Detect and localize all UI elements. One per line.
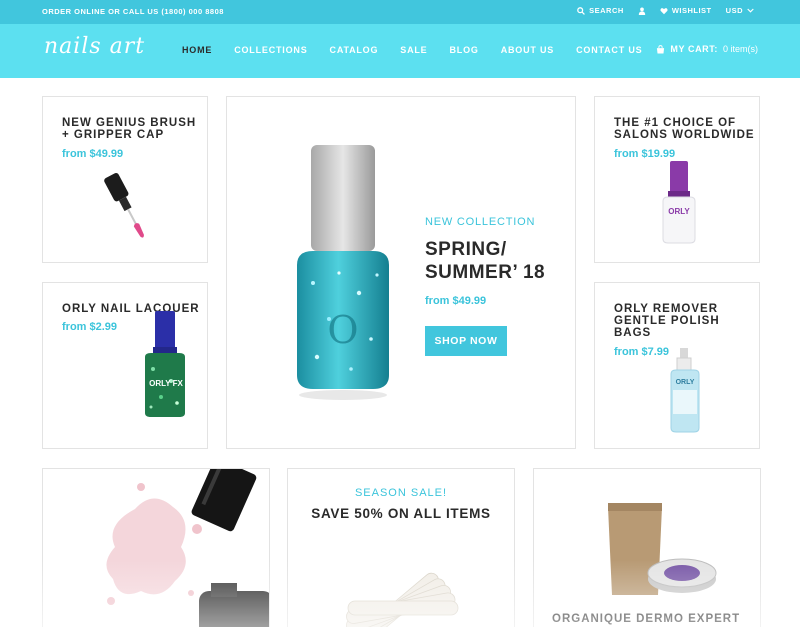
shopping-bag-icon (657, 44, 665, 54)
nav-blog[interactable]: BLOG (449, 45, 478, 55)
product-price: from $7.99 (614, 346, 670, 358)
main-nav: HOME COLLECTIONS CATALOG SALE BLOG ABOUT… (182, 45, 642, 55)
nail-files-image (346, 572, 459, 627)
heart-icon (660, 7, 668, 14)
shop-now-button[interactable]: SHOP NOW (425, 326, 507, 356)
product-title[interactable]: THE #1 CHOICE OF SALONS WORLDWIDE (614, 117, 755, 141)
product-price: from $2.99 (62, 321, 118, 333)
bottle-label: ORLY (668, 207, 690, 216)
promo-card-organique[interactable]: ORGANIQUE DERMO EXPERT (533, 468, 761, 627)
nav-catalog[interactable]: CATALOG (330, 45, 379, 55)
product-title[interactable]: NEW GENIUS BRUSH + GRIPPER CAP (62, 117, 196, 141)
currency-label: USD (725, 6, 743, 15)
green-polish-bottle-image (145, 311, 185, 417)
chevron-down-icon (747, 8, 754, 13)
promo-card-sale[interactable]: SEASON SALE! SAVE 50% ON ALL ITEMS (287, 468, 515, 627)
hero-banner[interactable]: O NEW COLLECTION SPRING/ SUMMER’ 18 from… (226, 96, 576, 449)
search-link[interactable]: SEARCH (577, 6, 624, 15)
nav-contact-us[interactable]: CONTACT US (576, 45, 642, 55)
nav-about-us[interactable]: ABOUT US (501, 45, 554, 55)
search-label: SEARCH (589, 6, 624, 15)
top-bar: ORDER ONLINE OR CALL US (1800) 000 8808 … (0, 0, 800, 24)
product-card-remover[interactable]: ORLY REMOVER GENTLE POLISH BAGS from $7.… (594, 282, 760, 449)
product-title-line: GENTLE POLISH (614, 315, 720, 327)
cart-count: 0 item(s) (722, 44, 758, 54)
account-link[interactable] (638, 7, 646, 15)
hero-title: SPRING/ SUMMER’ 18 (425, 238, 545, 284)
product-price: from $49.99 (62, 148, 124, 160)
promo-card-splash[interactable] (42, 468, 270, 627)
wishlist-label: WISHLIST (671, 6, 712, 15)
cart-link[interactable]: MY CART: 0 item(s) (656, 44, 758, 54)
purple-polish-bottle-image (662, 161, 696, 244)
user-icon (638, 7, 646, 15)
currency-selector[interactable]: USD (726, 6, 754, 15)
search-icon (577, 6, 586, 15)
product-title-line: SALONS WORLDWIDE (614, 129, 755, 141)
blue-glitter-polish-bottle-image: O (297, 145, 389, 400)
organique-products-image (608, 503, 717, 595)
hero-price: from $49.99 (425, 295, 487, 307)
bottle-label: ORLY FX (149, 379, 183, 388)
wishlist-link[interactable]: WISHLIST (660, 6, 712, 15)
hero-title-line: SPRING/ (425, 239, 507, 260)
nav-collections[interactable]: COLLECTIONS (234, 45, 307, 55)
product-card-lacquer[interactable]: ORLY NAIL LACQUER from $2.99 ORLY FX (42, 282, 208, 449)
remover-spray-bottle-image (670, 348, 700, 433)
product-card-choice[interactable]: THE #1 CHOICE OF SALONS WORLDWIDE from $… (594, 96, 760, 263)
product-title-line: ORLY REMOVER (614, 303, 719, 315)
contact-info: ORDER ONLINE OR CALL US (1800) 000 8808 (42, 7, 224, 16)
organique-title[interactable]: ORGANIQUE DERMO EXPERT (552, 613, 740, 625)
product-title[interactable]: ORLY REMOVER GENTLE POLISH BAGS (614, 303, 720, 339)
svg-text:O: O (327, 308, 358, 352)
sale-title: SAVE 50% ON ALL ITEMS (311, 506, 491, 521)
nail-brush-image (104, 172, 144, 238)
top-bar-actions: SEARCH WISHLIST USD (577, 6, 754, 15)
product-title-line: THE #1 CHOICE OF (614, 117, 737, 129)
product-card-brush[interactable]: NEW GENIUS BRUSH + GRIPPER CAP from $49.… (42, 96, 208, 263)
product-title-line: BAGS (614, 327, 652, 339)
nav-home[interactable]: HOME (182, 45, 212, 55)
product-title-line: NEW GENIUS BRUSH (62, 117, 197, 129)
cart-label: MY CART: (670, 44, 718, 54)
polish-splash-image (106, 469, 269, 627)
nav-sale[interactable]: SALE (400, 45, 427, 55)
header: nails art HOME COLLECTIONS CATALOG SALE … (0, 24, 800, 78)
product-title-line: + GRIPPER CAP (62, 129, 165, 141)
hero-tag: NEW COLLECTION (425, 216, 536, 228)
sale-tag: SEASON SALE! (354, 487, 448, 499)
bottle-label: ORLY (675, 379, 695, 386)
hero-title-line: SUMMER’ 18 (425, 262, 546, 283)
logo[interactable]: nails art (44, 34, 145, 59)
